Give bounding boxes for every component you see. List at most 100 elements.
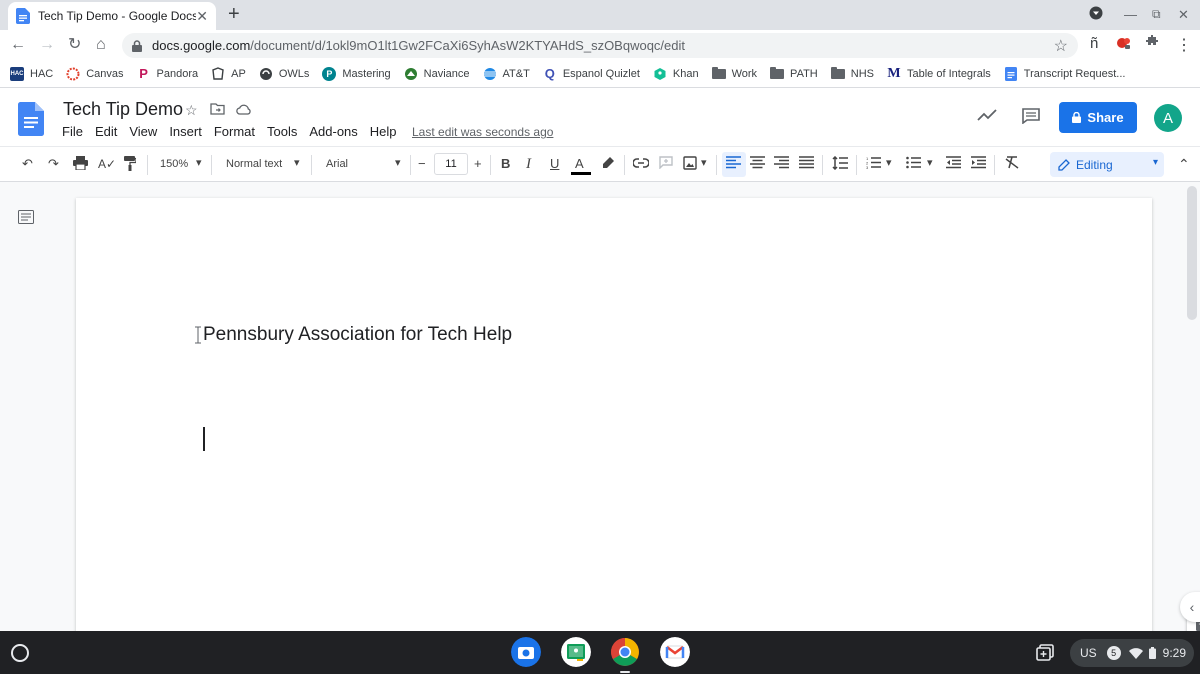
style-select[interactable]: Normal text — [226, 156, 282, 172]
font-select[interactable]: Arial — [326, 156, 348, 172]
zoom-select[interactable]: 150% — [160, 156, 188, 172]
close-window-icon[interactable]: ✕ — [1178, 7, 1189, 23]
menu-addons[interactable]: Add-ons — [309, 124, 357, 139]
chevron-down-icon[interactable]: ▾ — [196, 156, 202, 169]
document-outline-icon[interactable] — [18, 210, 34, 224]
paint-format-icon[interactable] — [124, 156, 137, 175]
menu-tools[interactable]: Tools — [267, 124, 297, 139]
bookmark-ap[interactable]: AP — [211, 66, 246, 81]
status-tray[interactable]: US 5 9:29 — [1070, 639, 1194, 667]
spellcheck-icon[interactable]: A✓ — [98, 156, 116, 172]
cloud-saved-icon[interactable] — [236, 102, 252, 118]
insert-link-icon[interactable] — [632, 156, 650, 172]
bookmark-integrals[interactable]: M Table of Integrals — [887, 66, 990, 81]
home-icon[interactable]: ⌂ — [96, 36, 106, 54]
redo-icon[interactable]: ↷ — [48, 156, 59, 172]
increase-font-size-button[interactable]: + — [474, 156, 482, 172]
decrease-font-size-button[interactable]: − — [418, 156, 426, 172]
add-comment-icon[interactable] — [659, 156, 673, 173]
forward-icon[interactable]: → — [39, 36, 55, 54]
menu-insert[interactable]: Insert — [169, 124, 202, 139]
reload-icon[interactable]: ↻ — [68, 36, 81, 54]
bookmark-mastering[interactable]: P Mastering — [322, 66, 391, 81]
italic-button[interactable]: I — [526, 156, 531, 172]
profile-menu-icon[interactable] — [1089, 6, 1103, 23]
justify-icon[interactable] — [799, 156, 814, 173]
virtual-desks-icon[interactable] — [1034, 641, 1058, 665]
vertical-scrollbar[interactable] — [1187, 186, 1197, 320]
side-panel-toggle-icon[interactable]: ‹ — [1180, 592, 1200, 622]
pencil-icon — [1058, 158, 1070, 171]
bookmark-canvas[interactable]: Canvas — [66, 67, 124, 81]
bookmark-khan[interactable]: Khan — [653, 67, 699, 81]
star-icon[interactable]: ☆ — [185, 102, 198, 119]
document-body-text[interactable]: Pennsbury Association for Tech Help — [203, 324, 512, 346]
account-avatar[interactable]: A — [1154, 104, 1182, 132]
docs-logo-icon[interactable] — [18, 102, 44, 136]
menu-file[interactable]: File — [62, 124, 83, 139]
browser-tab[interactable]: Tech Tip Demo - Google Docs ✕ — [8, 2, 216, 30]
share-button[interactable]: Share — [1059, 102, 1137, 133]
new-tab-button[interactable]: + — [228, 4, 240, 24]
restore-icon[interactable]: ⧉ — [1152, 7, 1161, 22]
undo-icon[interactable]: ↶ — [22, 156, 33, 172]
chevron-down-icon[interactable]: ▾ — [701, 156, 707, 169]
document-title[interactable]: Tech Tip Demo — [63, 99, 183, 120]
tab-close-icon[interactable]: ✕ — [196, 8, 208, 25]
gmail-app-icon[interactable] — [660, 637, 690, 667]
menu-edit[interactable]: Edit — [95, 124, 117, 139]
address-bar[interactable]: docs.google.com/document/d/1okl9mO1lt1Gw… — [122, 33, 1078, 58]
activity-trend-icon[interactable] — [977, 108, 997, 125]
comments-icon[interactable] — [1022, 108, 1040, 127]
bulleted-list-icon[interactable] — [906, 156, 921, 173]
chrome-app-icon[interactable] — [610, 637, 640, 667]
numbered-list-icon[interactable]: 123 — [866, 156, 881, 173]
classroom-app-icon[interactable] — [561, 637, 591, 667]
bookmark-quizlet[interactable]: Q Espanol Quizlet — [543, 66, 640, 81]
extension-n-icon[interactable]: ñ — [1090, 35, 1098, 52]
chevron-down-icon[interactable]: ▾ — [395, 156, 401, 169]
back-icon[interactable]: ← — [10, 36, 26, 54]
bookmark-work[interactable]: Work — [711, 66, 757, 81]
camera-app-icon[interactable] — [511, 637, 541, 667]
menu-format[interactable]: Format — [214, 124, 255, 139]
print-icon[interactable] — [73, 156, 88, 174]
bookmark-naviance[interactable]: Naviance — [404, 67, 470, 81]
bold-button[interactable]: B — [501, 156, 510, 172]
bookmark-transcript[interactable]: Transcript Request... — [1004, 66, 1125, 81]
text-color-button[interactable]: A — [571, 156, 591, 175]
bookmark-nhs[interactable]: NHS — [830, 66, 874, 81]
bookmark-owls[interactable]: OWLs — [259, 67, 309, 81]
document-page[interactable]: Pennsbury Association for Tech Help — [76, 198, 1200, 640]
editing-mode-select[interactable]: Editing ▾ — [1050, 152, 1164, 177]
last-edit-link[interactable]: Last edit was seconds ago — [412, 125, 553, 139]
bookmark-att[interactable]: AT&T — [483, 67, 530, 81]
line-spacing-icon[interactable] — [832, 155, 848, 174]
clear-formatting-icon[interactable] — [1005, 156, 1019, 173]
chevron-down-icon[interactable]: ▾ — [927, 156, 933, 169]
bookmark-star-icon[interactable]: ☆ — [1054, 36, 1068, 56]
launcher-icon[interactable] — [11, 644, 29, 662]
font-size-input[interactable]: 11 — [434, 153, 468, 175]
chevron-down-icon[interactable]: ▾ — [886, 156, 892, 169]
bookmark-path[interactable]: PATH — [770, 66, 818, 81]
collapse-menus-icon[interactable]: ⌃ — [1178, 156, 1190, 172]
extension-red-icon[interactable] — [1116, 35, 1132, 55]
move-folder-icon[interactable] — [210, 102, 225, 118]
menu-help[interactable]: Help — [370, 124, 397, 139]
increase-indent-icon[interactable] — [971, 156, 986, 173]
chrome-menu-icon[interactable]: ⋮ — [1176, 35, 1192, 55]
minimize-icon[interactable]: — — [1124, 7, 1137, 22]
chevron-down-icon[interactable]: ▾ — [294, 156, 300, 169]
bookmark-hac[interactable]: HAC HAC — [10, 66, 53, 81]
align-right-icon[interactable] — [774, 156, 789, 173]
bookmark-pandora[interactable]: P Pandora — [137, 66, 198, 81]
underline-button[interactable]: U — [550, 156, 559, 172]
align-center-icon[interactable] — [750, 156, 765, 173]
menu-view[interactable]: View — [129, 124, 157, 139]
highlight-pen-icon[interactable] — [601, 156, 615, 174]
extensions-puzzle-icon[interactable] — [1146, 35, 1160, 53]
decrease-indent-icon[interactable] — [946, 156, 961, 173]
align-left-icon[interactable] — [726, 156, 741, 173]
insert-image-icon[interactable] — [683, 156, 697, 174]
